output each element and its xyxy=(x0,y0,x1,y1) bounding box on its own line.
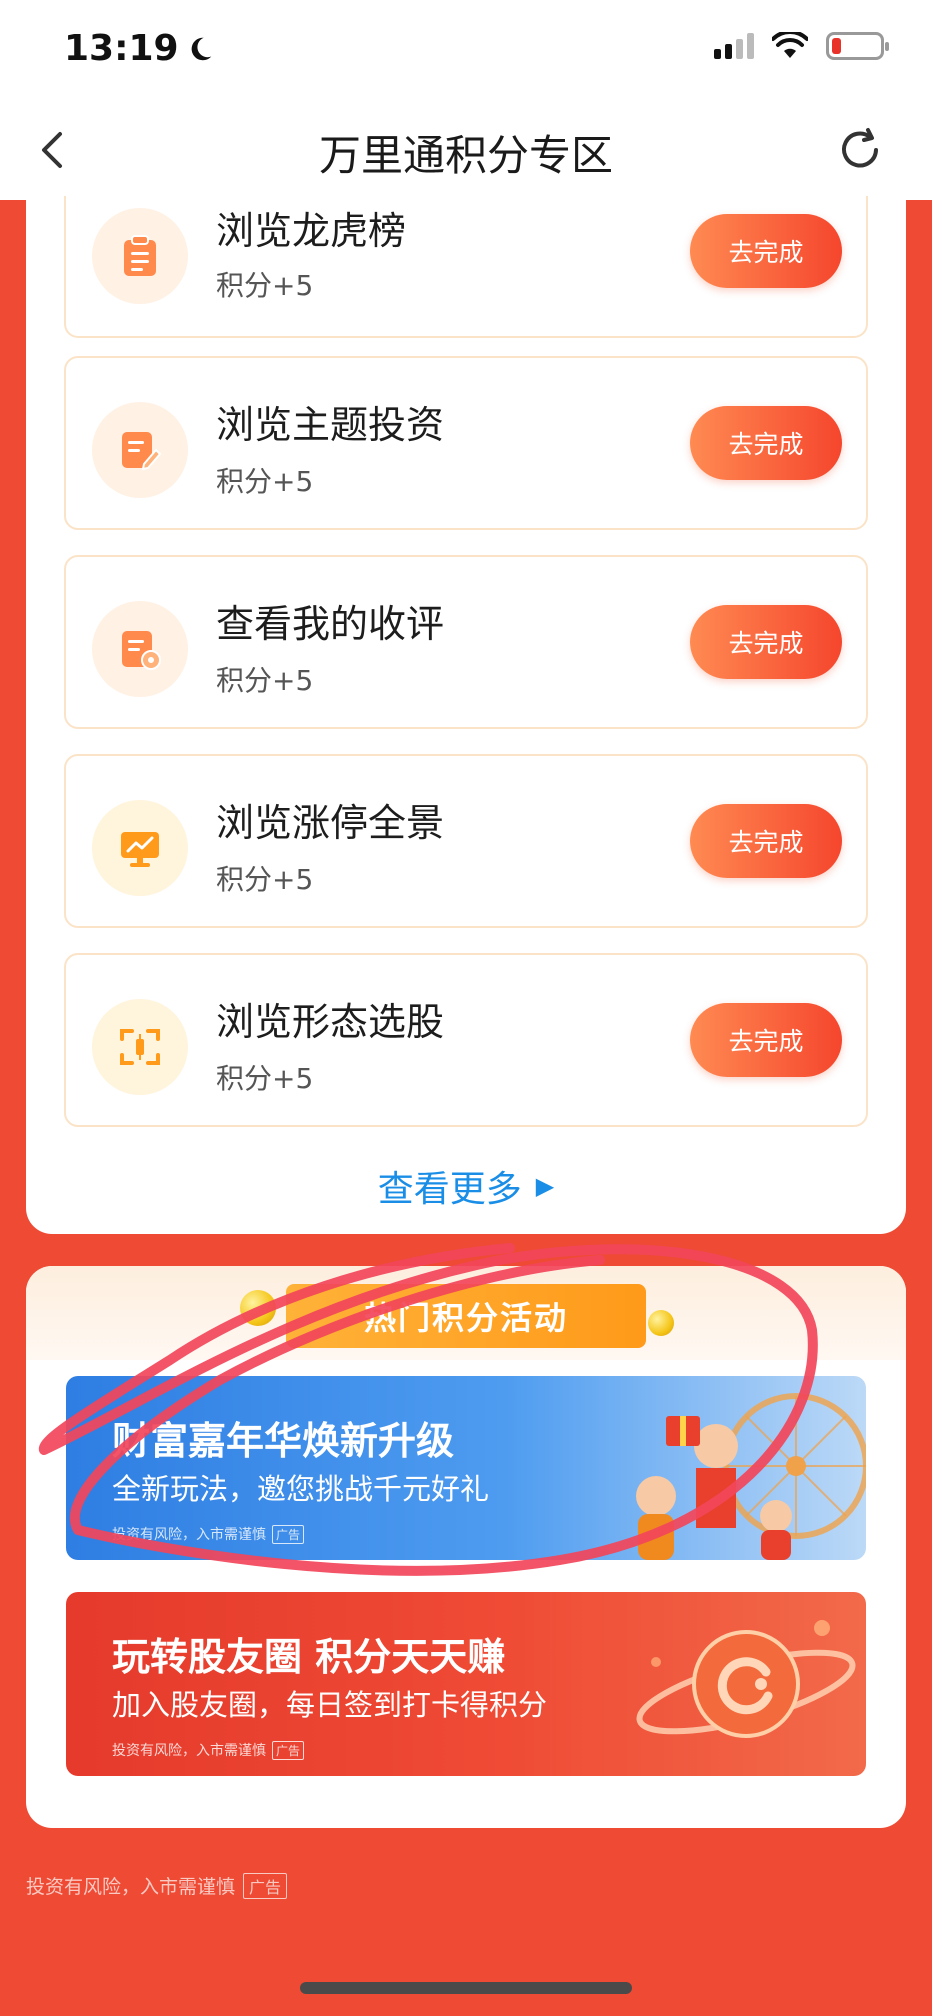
footer-disclaimer: 投资有风险，入市需谨慎 广告 xyxy=(26,1872,288,1899)
candlestick-scan-icon xyxy=(120,1029,160,1065)
task-points: 积分+5 xyxy=(216,863,314,896)
monitor-chart-icon xyxy=(121,832,159,867)
nav-bar: 万里通积分专区 xyxy=(0,100,932,200)
banner-subtitle: 加入股友圈，每日签到打卡得积分 xyxy=(112,1688,548,1722)
task-card-pattern-pick: 浏览形态选股 积分+5 去完成 xyxy=(64,953,868,1127)
ad-tag: 广告 xyxy=(272,1740,305,1760)
task-title: 浏览主题投资 xyxy=(216,403,445,447)
moon-icon xyxy=(191,37,211,60)
document-edit-icon xyxy=(122,432,162,471)
task-title: 浏览涨停全景 xyxy=(216,801,445,845)
status-bar: 13:19 xyxy=(0,0,932,100)
play-arrow-icon: ▶ xyxy=(535,1172,555,1200)
task-title: 浏览形态选股 xyxy=(216,1000,445,1044)
task-icon-bg xyxy=(92,800,188,896)
risk-disclaimer: 投资有风险，入市需谨慎 xyxy=(26,1876,236,1898)
wifi-icon xyxy=(772,32,808,58)
stock-circle-banner[interactable]: 玩转股友圈 积分天天赚 加入股友圈，每日签到打卡得积分 投资有风险，入市需谨慎 … xyxy=(66,1592,866,1776)
activity-ribbon: 热门积分活动 xyxy=(286,1284,646,1348)
banner-title: 玩转股友圈 积分天天赚 xyxy=(112,1635,506,1679)
home-indicator xyxy=(300,1982,632,1994)
status-icons xyxy=(714,32,889,60)
banner-disclaimer: 投资有风险，入市需谨慎 广告 xyxy=(112,1524,305,1544)
refresh-icon[interactable] xyxy=(832,122,888,178)
task-points: 积分+5 xyxy=(216,465,314,498)
task-title: 查看我的收评 xyxy=(216,602,445,646)
wealth-carnival-banner[interactable]: 财富嘉年华焕新升级 全新玩法，邀您挑战千元好礼 投资有风险，入市需谨慎 广告 xyxy=(66,1376,866,1560)
hot-activities-panel: 热门积分活动 财富嘉年华焕新升级 全新玩法，邀您挑战千元好礼 投资有风险，入市需… xyxy=(26,1266,906,1828)
carnival-illustration xyxy=(636,1393,866,1560)
clipboard-icon xyxy=(124,235,156,276)
ad-tag: 广告 xyxy=(272,1524,305,1544)
complete-task-button[interactable]: 去完成 xyxy=(690,214,842,288)
task-icon-bg xyxy=(92,402,188,498)
banner-subtitle: 全新玩法，邀您挑战千元好礼 xyxy=(112,1472,490,1506)
complete-task-button[interactable]: 去完成 xyxy=(690,605,842,679)
page-title: 万里通积分专区 xyxy=(318,131,613,180)
see-more-link[interactable]: 查看更多 ▶ xyxy=(26,1160,906,1212)
banner-title: 财富嘉年华焕新升级 xyxy=(112,1419,455,1463)
ad-tag: 广告 xyxy=(243,1872,288,1899)
task-card-my-review: 查看我的收评 积分+5 去完成 xyxy=(64,555,868,729)
complete-task-button[interactable]: 去完成 xyxy=(690,1003,842,1077)
task-card-theme-investing: 浏览主题投资 积分+5 去完成 xyxy=(64,356,868,530)
cellular-signal-icon xyxy=(714,33,754,59)
risk-disclaimer: 投资有风险，入市需谨慎 xyxy=(112,1527,266,1543)
complete-task-button[interactable]: 去完成 xyxy=(690,406,842,480)
task-card-limit-up: 浏览涨停全景 积分+5 去完成 xyxy=(64,754,868,928)
task-icon-bg xyxy=(92,601,188,697)
coin-icon xyxy=(648,1310,674,1336)
task-list-panel: 浏览龙虎榜 积分+5 去完成 浏览主题投资 积分+5 去完成 查看我的收评 积分… xyxy=(26,196,906,1234)
clock-text: 13:19 xyxy=(64,28,179,69)
task-points: 积分+5 xyxy=(216,664,314,697)
task-icon-bg xyxy=(92,208,188,304)
document-settings-icon xyxy=(122,631,161,670)
risk-disclaimer: 投资有风险，入市需谨慎 xyxy=(112,1743,266,1759)
task-icon-bg xyxy=(92,999,188,1095)
see-more-label: 查看更多 xyxy=(377,1169,522,1210)
task-points: 积分+5 xyxy=(216,1062,314,1095)
coin-icon xyxy=(240,1290,276,1326)
status-time: 13:19 xyxy=(64,28,215,69)
activity-section-title: 热门积分活动 xyxy=(363,1299,568,1337)
battery-low-icon xyxy=(826,32,889,60)
task-title: 浏览龙虎榜 xyxy=(216,209,407,253)
complete-task-button[interactable]: 去完成 xyxy=(690,804,842,878)
task-card-longhubang: 浏览龙虎榜 积分+5 去完成 xyxy=(64,196,868,338)
task-points: 积分+5 xyxy=(216,269,314,302)
planet-chat-illustration xyxy=(636,1620,856,1738)
banner-disclaimer: 投资有风险，入市需谨慎 广告 xyxy=(112,1740,305,1760)
